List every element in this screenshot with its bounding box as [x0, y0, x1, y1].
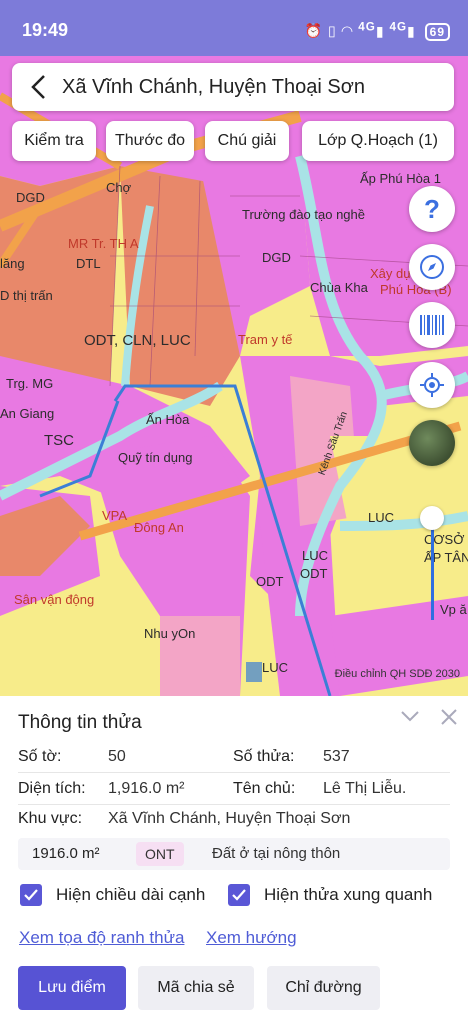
wifi-icon: ◠ — [341, 22, 354, 39]
map-label-odt2: ODT — [256, 574, 284, 589]
owner-value: Lê Thị Liễu. — [323, 780, 407, 797]
area-label: Diện tích: — [18, 780, 86, 797]
owner-label: Tên chủ: — [233, 780, 296, 797]
show-neighbors-checkbox[interactable]: Hiện thửa xung quanh — [228, 881, 432, 909]
map-label-luc3: LUC — [262, 660, 289, 675]
compass-button[interactable] — [409, 244, 455, 290]
view-direction-link[interactable]: Xem hướng — [206, 928, 297, 948]
map-label-an-giang: An Giang — [0, 406, 55, 421]
status-time: 19:49 — [22, 20, 69, 40]
planning-layer-button[interactable]: Lớp Q.Hoạch (1) — [302, 121, 454, 161]
map-label-tr-th: MR Tr. TH A — [68, 236, 139, 251]
location-header: Xã Vĩnh Chánh, Huyện Thoại Sơn — [12, 63, 454, 111]
page-title: Xã Vĩnh Chánh, Huyện Thoại Sơn — [62, 76, 365, 98]
help-button[interactable]: ? — [409, 186, 455, 232]
land-use-description: Đất ở tại nông thôn — [212, 845, 341, 862]
status-icons: ⏰ ▯ ◠ 4G▮ 4G▮ 69 — [305, 20, 450, 41]
map-label-luc2: LUC — [302, 548, 329, 563]
land-use-row: 1916.0 m² ONT Đất ở tại nông thôn — [18, 838, 450, 870]
map-label-odt-cln: ODT, CLN, LUC — [84, 332, 191, 349]
divider — [18, 772, 450, 773]
map-label-odt1: ODT — [300, 566, 328, 581]
parcel-number-label: Số thửa: — [233, 748, 295, 765]
map-label-vp-a: Vp ă — [440, 602, 467, 617]
show-edge-length-checkbox[interactable]: Hiện chiều dài cạnh — [20, 881, 205, 909]
battery-icon: 69 — [424, 22, 450, 41]
locate-button[interactable] — [409, 362, 455, 408]
help-icon: ? — [424, 193, 440, 224]
land-use-area: 1916.0 m² — [32, 845, 100, 862]
region-value: Xã Vĩnh Chánh, Huyện Thoại Sơn — [108, 810, 351, 827]
map-label-quy-tin-dung: Quỹ tín dụng — [118, 450, 193, 465]
barcode-icon — [420, 315, 444, 335]
share-code-button[interactable]: Mã chia sẻ — [138, 966, 254, 1010]
checkbox-checked-icon[interactable] — [20, 884, 42, 906]
directions-button[interactable]: Chỉ đường — [267, 966, 380, 1010]
map-label-trg-mg: Trg. MG — [6, 376, 54, 391]
measure-button[interactable]: Thước đo — [106, 121, 194, 161]
map-label-truong: Trường đào tạo nghề — [242, 207, 365, 222]
map-label-lang: lăng — [0, 256, 25, 271]
signal-4g-icon: 4G▮ — [358, 20, 385, 39]
alarm-icon: ⏰ — [304, 22, 324, 39]
map-label-dong-an: Đông An — [134, 520, 184, 535]
opacity-slider-knob[interactable] — [420, 506, 444, 530]
divider — [18, 804, 450, 805]
compass-icon — [420, 255, 444, 279]
view-boundary-coords-link[interactable]: Xem tọa độ ranh thửa — [19, 928, 184, 948]
legend-button[interactable]: Chú giải — [205, 121, 289, 161]
map-label-luc1: LUC — [368, 510, 395, 525]
parcel-number-value: 537 — [323, 748, 350, 765]
map-label-vpa: VPA — [102, 508, 128, 523]
map-label-cho: Chợ — [106, 180, 132, 195]
map-label-tram-y-te: Tram y tế — [238, 332, 293, 347]
sheet-number-value: 50 — [108, 748, 126, 765]
parcel-info-sheet: Thông tin thửa Số tờ: 50 Số thửa: 537 Di… — [0, 696, 468, 1024]
sheet-number-label: Số tờ: — [18, 748, 62, 765]
checkbox-checked-icon[interactable] — [228, 884, 250, 906]
map-label-an-hoa: Ấn Hòa — [146, 412, 190, 427]
show-neighbors-label: Hiện thửa xung quanh — [264, 885, 433, 904]
map-label-dgd: DGD — [16, 190, 45, 205]
area-value: 1,916.0 m² — [108, 780, 185, 797]
opacity-slider[interactable] — [431, 520, 434, 620]
map-label-nhu-yon: Nhu yOn — [144, 626, 196, 641]
locate-icon — [420, 373, 444, 397]
map-label-thi-tran: D thị trấn — [0, 288, 53, 303]
show-edge-length-label: Hiện chiều dài cạnh — [56, 885, 206, 904]
map-attribution: Điều chỉnh QH SDĐ 2030 — [334, 668, 460, 680]
satellite-thumb[interactable] — [409, 420, 455, 466]
land-use-code-badge: ONT — [136, 842, 184, 866]
map-label-chua-kha: Chùa Kha — [310, 280, 368, 295]
signal-4g-icon: 4G▮ — [389, 20, 416, 39]
barcode-button[interactable] — [409, 302, 455, 348]
status-bar: 19:49 ⏰ ▯ ◠ 4G▮ 4G▮ 69 — [0, 0, 468, 56]
map-label-san-van-dong: Sân vận động — [14, 592, 95, 607]
region-label: Khu vực: — [18, 810, 83, 827]
back-icon[interactable] — [26, 73, 52, 101]
inspect-button[interactable]: Kiểm tra — [12, 121, 96, 161]
close-icon[interactable] — [440, 708, 458, 726]
map-label-dgd2: DGD — [262, 250, 291, 265]
map-label-dtl: DTL — [76, 256, 101, 271]
sheet-title: Thông tin thửa — [18, 712, 142, 733]
chevron-down-icon[interactable] — [400, 708, 420, 724]
map-label-tsc: TSC — [44, 432, 74, 449]
map-label-phu-hoa: Ấp Phú Hòa 1 — [360, 171, 441, 186]
save-point-button[interactable]: Lưu điểm — [18, 966, 126, 1010]
vibrate-icon: ▯ — [328, 22, 337, 39]
